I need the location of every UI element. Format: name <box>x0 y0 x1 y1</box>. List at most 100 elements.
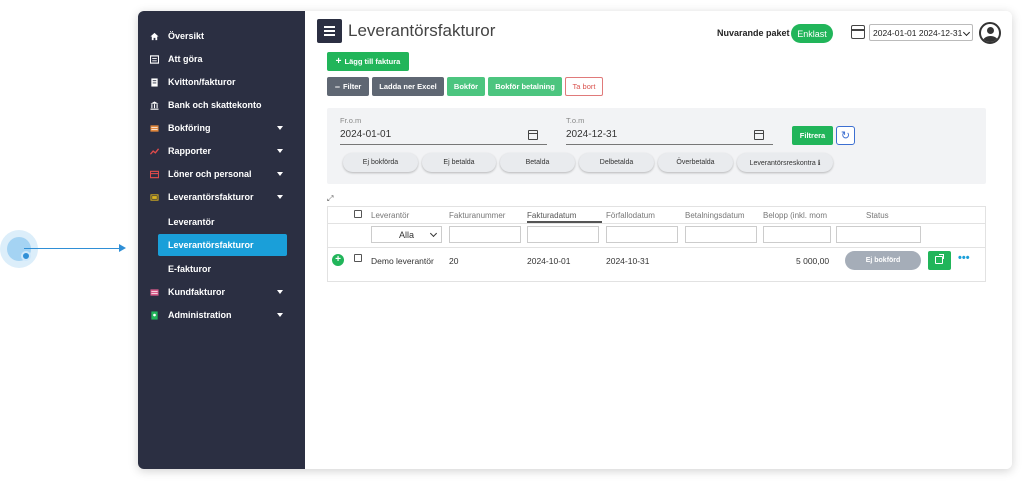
sidebar-item-kundfakturor[interactable]: Kundfakturor <box>138 281 305 303</box>
sidebar-item-oversikt[interactable]: Översikt <box>138 25 305 47</box>
sidebar-subitem-label: Leverantörsfakturor <box>168 240 254 250</box>
plus-icon: + <box>335 56 342 67</box>
sidebar-item-label: Administration <box>168 310 232 320</box>
filter-pill-ej-betalda[interactable]: Ej betalda <box>422 153 496 172</box>
chevron-down-icon <box>277 195 283 199</box>
filter-pill-leverantorsreskontra[interactable]: Leverantörsreskontra ℹ <box>737 153 833 172</box>
delete-button[interactable]: Ta bort <box>565 77 603 96</box>
sidebar-item-label: Kundfakturor <box>168 287 225 297</box>
filter-pill-overbetalda[interactable]: Överbetalda <box>658 153 733 172</box>
user-avatar[interactable] <box>979 22 1001 44</box>
sidebar-item-label: Översikt <box>168 31 205 41</box>
chevron-down-icon <box>962 28 971 37</box>
supplier-filter-select[interactable]: Alla <box>371 226 442 243</box>
period-select[interactable]: 2024-01-01 2024-12-31 <box>869 24 973 41</box>
to-date-input[interactable]: 2024-12-31 <box>566 129 617 140</box>
sidebar-item-label: Leverantörsfakturor <box>168 192 254 202</box>
table-cell-due-date: 2024-10-31 <box>606 256 650 266</box>
expand-row-icon[interactable]: + <box>332 254 344 266</box>
supplier-filter-value: Alla <box>398 229 414 240</box>
from-date-label: Fr.o.m <box>340 116 362 125</box>
pointer-line <box>24 248 122 249</box>
sidebar-item-bokforing[interactable]: Bokföring <box>138 117 305 139</box>
book-button[interactable]: Bokför <box>447 77 485 96</box>
from-date-input[interactable]: 2024-01-01 <box>340 129 391 140</box>
sidebar-item-label: Rapporter <box>168 146 212 156</box>
chevron-down-icon <box>277 172 283 176</box>
receipt-icon <box>151 77 158 87</box>
invoice-date-filter-input[interactable] <box>527 226 599 243</box>
due-date-filter-input[interactable] <box>606 226 678 243</box>
apply-filter-button[interactable]: Filtrera <box>792 126 833 145</box>
filter-pill-betalda[interactable]: Betalda <box>500 153 575 172</box>
more-options-icon[interactable]: ••• <box>958 252 970 264</box>
page-title: Leverantörsfakturor <box>348 21 496 40</box>
list-icon <box>150 54 159 64</box>
invoice-number-filter-input[interactable] <box>449 226 521 243</box>
expand-icon[interactable]: ⤢ <box>327 194 333 204</box>
calendar-icon[interactable] <box>754 130 764 140</box>
column-header[interactable]: Belopp (inkl. mom <box>763 211 831 220</box>
sidebar-item-label: Kvitton/fakturor <box>168 77 236 87</box>
column-header[interactable]: Status <box>866 211 889 220</box>
sidebar-item-kvitton[interactable]: Kvitton/fakturor <box>138 71 305 93</box>
download-excel-button[interactable]: Ladda ner Excel <box>372 77 444 96</box>
to-date-label: T.o.m <box>566 116 585 125</box>
filter-label: Filter <box>342 82 362 91</box>
table-cell-supplier[interactable]: Demo leverantör <box>371 256 434 266</box>
status-filter-input[interactable] <box>836 226 921 243</box>
amount-filter-input[interactable] <box>763 226 831 243</box>
package-label: Nuvarande paket <box>717 28 790 38</box>
period-select-value: 2024-01-01 2024-12-31 <box>873 27 963 38</box>
row-checkbox[interactable] <box>354 254 362 262</box>
add-invoice-label: Lägg till faktura <box>344 57 401 66</box>
chevron-down-icon <box>277 126 283 130</box>
sidebar-item-label: Bokföring <box>168 123 211 133</box>
sidebar-subitem-e-fakturor[interactable]: E-fakturor <box>158 258 287 280</box>
sidebar-subitem-leverantorsfakturor[interactable]: Leverantörsfakturor <box>158 234 287 256</box>
invoice-table: Leverantör Fakturanummer Fakturadatum Fö… <box>327 206 986 282</box>
pointer-arrow-icon <box>119 244 126 252</box>
table-cell-invoice-date: 2024-10-01 <box>527 256 571 266</box>
filter-button[interactable]: − Filter <box>327 77 369 96</box>
package-badge[interactable]: Enklast <box>791 24 833 43</box>
filter-pill-delbetalda[interactable]: Delbetalda <box>579 153 654 172</box>
minus-icon: − <box>334 81 340 92</box>
column-header[interactable]: Förfallodatum <box>606 211 655 220</box>
ledger-icon <box>150 124 159 132</box>
hamburger-menu-button[interactable] <box>317 19 342 43</box>
sidebar: Översikt Att göra Kvitton/fakturor Bank … <box>138 11 305 469</box>
sidebar-item-loner[interactable]: Löner och personal <box>138 163 305 185</box>
home-icon <box>150 32 159 40</box>
invoice-icon <box>150 288 159 296</box>
sidebar-item-rapporter[interactable]: Rapporter <box>138 140 305 162</box>
sidebar-subitem-label: Leverantör <box>168 217 215 227</box>
filter-panel: Fr.o.m 2024-01-01 T.o.m 2024-12-31 Filtr… <box>327 108 986 184</box>
column-header[interactable]: Fakturanummer <box>449 211 505 220</box>
chevron-down-icon <box>277 313 283 317</box>
chevron-down-icon <box>277 290 283 294</box>
sidebar-subitem-label: E-fakturor <box>168 264 212 274</box>
column-header[interactable]: Fakturadatum <box>527 211 602 223</box>
sidebar-item-leverantorsfakturor[interactable]: Leverantörsfakturor <box>138 186 305 208</box>
select-all-checkbox[interactable] <box>354 210 362 218</box>
sidebar-subitem-leverantor[interactable]: Leverantör <box>158 211 287 233</box>
chevron-down-icon <box>277 149 283 153</box>
invoice-icon <box>150 193 159 201</box>
main-content: Leverantörsfakturor Nuvarande paket Enkl… <box>305 11 1012 469</box>
sidebar-item-label: Löner och personal <box>168 169 252 179</box>
payment-date-filter-input[interactable] <box>685 226 757 243</box>
open-invoice-button[interactable] <box>928 251 951 270</box>
sidebar-item-bank[interactable]: Bank och skattekonto <box>138 94 305 116</box>
chart-icon <box>150 147 159 155</box>
add-invoice-button[interactable]: + Lägg till faktura <box>327 52 409 71</box>
book-payment-button[interactable]: Bokför betalning <box>488 77 562 96</box>
sidebar-item-administration[interactable]: Administration <box>138 304 305 326</box>
column-header[interactable]: Leverantör <box>371 211 409 220</box>
filter-pill-ej-bokforda[interactable]: Ej bokförda <box>343 153 418 172</box>
calendar-icon[interactable] <box>528 130 538 140</box>
refresh-icon[interactable]: ↻ <box>836 126 855 145</box>
sidebar-item-att-gora[interactable]: Att göra <box>138 48 305 70</box>
table-cell-invoice-number: 20 <box>449 256 459 266</box>
column-header[interactable]: Betalningsdatum <box>685 211 745 220</box>
